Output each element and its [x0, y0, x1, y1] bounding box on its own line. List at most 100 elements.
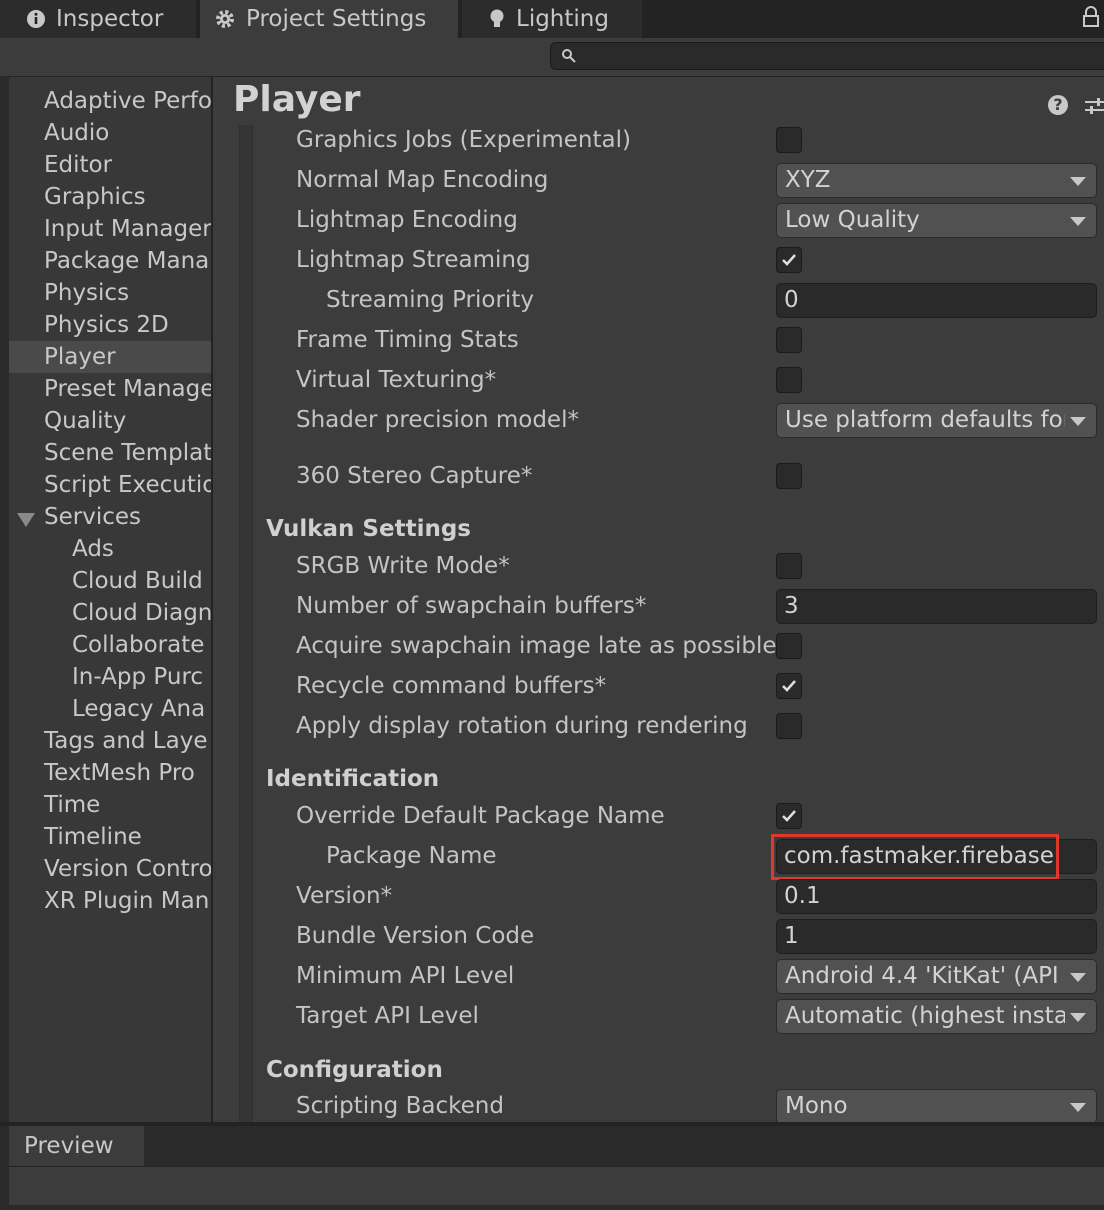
section-header-configuration: Configuration — [213, 1050, 1104, 1090]
setting-row-srgb-write-mode: SRGB Write Mode* — [213, 546, 1104, 586]
graphics-jobs-checkbox[interactable] — [776, 127, 802, 153]
setting-row-lightmap-streaming: Lightmap Streaming — [213, 240, 1104, 280]
setting-label: Scripting Backend — [296, 1093, 504, 1119]
sidebar-item-player[interactable]: Player — [9, 341, 211, 373]
chevron-down-icon — [1070, 1013, 1086, 1022]
sidebar-item-cloud-build[interactable]: Cloud Build — [9, 565, 211, 597]
preview-tab[interactable]: Preview — [9, 1126, 144, 1166]
lightmap-streaming-checkbox[interactable] — [776, 247, 802, 273]
virtual-texturing-checkbox[interactable] — [776, 367, 802, 393]
setting-label: 360 Stereo Capture* — [296, 463, 533, 489]
tab-inspector[interactable]: Inspector — [0, 0, 196, 38]
setting-row-override-package-name: Override Default Package Name — [213, 796, 1104, 836]
sidebar-item-services[interactable]: Services — [9, 501, 211, 533]
setting-row-lightmap-encoding: Lightmap Encoding Low Quality — [213, 200, 1104, 240]
setting-row-package-name: Package Name com.fastmaker.firebase — [213, 834, 1104, 880]
apply-display-rotation-checkbox[interactable] — [776, 713, 802, 739]
acquire-swapchain-late-checkbox[interactable] — [776, 633, 802, 659]
setting-label: Override Default Package Name — [296, 803, 665, 829]
settings-sidebar: Adaptive Perfo Audio Editor Graphics Inp… — [9, 77, 213, 1122]
dropdown-value: Android 4.4 'KitKat' (API l — [785, 963, 1065, 989]
sidebar-item-cloud-diagnostics[interactable]: Cloud Diagn — [9, 597, 211, 629]
sidebar-item-tags-and-layers[interactable]: Tags and Laye — [9, 725, 211, 757]
lightmap-encoding-dropdown[interactable]: Low Quality — [776, 203, 1097, 238]
chevron-down-icon — [1070, 973, 1086, 982]
setting-row-streaming-priority: Streaming Priority 0 — [213, 280, 1104, 320]
checkmark-icon — [782, 254, 796, 266]
sidebar-item-adaptive-performance[interactable]: Adaptive Perfo — [9, 85, 211, 117]
tab-project-settings[interactable]: Project Settings — [200, 0, 458, 38]
sidebar-item-input-manager[interactable]: Input Manager — [9, 213, 211, 245]
sidebar-item-physics-2d[interactable]: Physics 2D — [9, 309, 211, 341]
setting-label: Streaming Priority — [326, 287, 534, 313]
setting-row-virtual-texturing: Virtual Texturing* — [213, 360, 1104, 400]
sidebar-item-legacy-analytics[interactable]: Legacy Ana — [9, 693, 211, 725]
sidebar-item-physics[interactable]: Physics — [9, 277, 211, 309]
dropdown-value: Mono — [785, 1093, 848, 1119]
sidebar-item-in-app-purchasing[interactable]: In-App Purc — [9, 661, 211, 693]
lock-icon[interactable] — [1082, 6, 1100, 28]
sidebar-item-scene-template[interactable]: Scene Templat — [9, 437, 211, 469]
setting-label: Apply display rotation during rendering — [296, 713, 748, 739]
sidebar-item-ads[interactable]: Ads — [9, 533, 211, 565]
scripting-backend-dropdown[interactable]: Mono — [776, 1089, 1097, 1122]
dropdown-value: Use platform defaults for — [785, 407, 1065, 433]
sidebar-item-quality[interactable]: Quality — [9, 405, 211, 437]
sidebar-item-xr-plugin-management[interactable]: XR Plugin Man — [9, 885, 211, 917]
sidebar-item-label: TextMesh Pro — [44, 760, 195, 786]
sidebar-item-label: Quality — [44, 408, 127, 434]
chevron-down-icon — [1070, 217, 1086, 226]
checkmark-icon — [782, 680, 796, 692]
expand-triangle-icon[interactable] — [17, 513, 35, 527]
sidebar-item-label: Script Executio — [44, 472, 211, 498]
preview-panel: Preview — [9, 1126, 1104, 1210]
section-header-identification: Identification — [213, 759, 1104, 799]
bundle-version-code-field[interactable]: 1 — [776, 919, 1097, 954]
sidebar-item-editor[interactable]: Editor — [9, 149, 211, 181]
info-icon — [27, 10, 45, 28]
swapchain-buffers-field[interactable]: 3 — [776, 589, 1097, 624]
sidebar-item-label: Collaborate — [72, 632, 205, 658]
gear-icon — [216, 10, 234, 28]
dropdown-value: Automatic (highest install — [785, 1003, 1065, 1029]
version-field[interactable]: 0.1 — [776, 879, 1097, 914]
srgb-write-mode-checkbox[interactable] — [776, 553, 802, 579]
sidebar-item-label: Ads — [72, 536, 114, 562]
sidebar-item-version-control[interactable]: Version Contro — [9, 853, 211, 885]
tab-label: Inspector — [56, 6, 164, 32]
sidebar-item-time[interactable]: Time — [9, 789, 211, 821]
sidebar-item-label: Services — [44, 504, 141, 530]
sidebar-item-preset-manager[interactable]: Preset Manage — [9, 373, 211, 405]
setting-row-scripting-backend: Scripting Backend Mono — [213, 1086, 1104, 1122]
sidebar-item-label: Cloud Diagn — [72, 600, 211, 626]
sidebar-item-script-execution[interactable]: Script Executio — [9, 469, 211, 501]
package-name-field[interactable]: com.fastmaker.firebase — [776, 839, 1097, 874]
target-api-level-dropdown[interactable]: Automatic (highest install — [776, 999, 1097, 1034]
streaming-priority-field[interactable]: 0 — [776, 283, 1097, 318]
setting-label: Lightmap Streaming — [296, 247, 531, 273]
sidebar-item-collaborate[interactable]: Collaborate — [9, 629, 211, 661]
sidebar-item-label: Input Manager — [44, 216, 211, 242]
sidebar-item-audio[interactable]: Audio — [9, 117, 211, 149]
stereo-capture-checkbox[interactable] — [776, 463, 802, 489]
shader-precision-dropdown[interactable]: Use platform defaults for — [776, 403, 1097, 438]
search-input[interactable] — [550, 42, 1104, 70]
sidebar-item-textmesh-pro[interactable]: TextMesh Pro — [9, 757, 211, 789]
sidebar-item-graphics[interactable]: Graphics — [9, 181, 211, 213]
tab-lighting[interactable]: Lighting — [462, 0, 642, 38]
checkmark-icon — [782, 810, 796, 822]
sidebar-item-label: Player — [44, 344, 116, 370]
sidebar-item-label: Preset Manage — [44, 376, 211, 402]
override-package-name-checkbox[interactable] — [776, 803, 802, 829]
normal-map-encoding-dropdown[interactable]: XYZ — [776, 163, 1097, 198]
help-icon[interactable]: ? — [1048, 95, 1068, 115]
sidebar-item-label: Cloud Build — [72, 568, 203, 594]
minimum-api-level-dropdown[interactable]: Android 4.4 'KitKat' (API l — [776, 959, 1097, 994]
settings-sliders-icon[interactable] — [1083, 95, 1104, 117]
recycle-command-buffers-checkbox[interactable] — [776, 673, 802, 699]
setting-row-shader-precision-model: Shader precision model* Use platform def… — [213, 400, 1104, 440]
sidebar-item-timeline[interactable]: Timeline — [9, 821, 211, 853]
setting-label: Graphics Jobs (Experimental) — [296, 127, 631, 153]
sidebar-item-package-manager[interactable]: Package Mana — [9, 245, 211, 277]
frame-timing-stats-checkbox[interactable] — [776, 327, 802, 353]
